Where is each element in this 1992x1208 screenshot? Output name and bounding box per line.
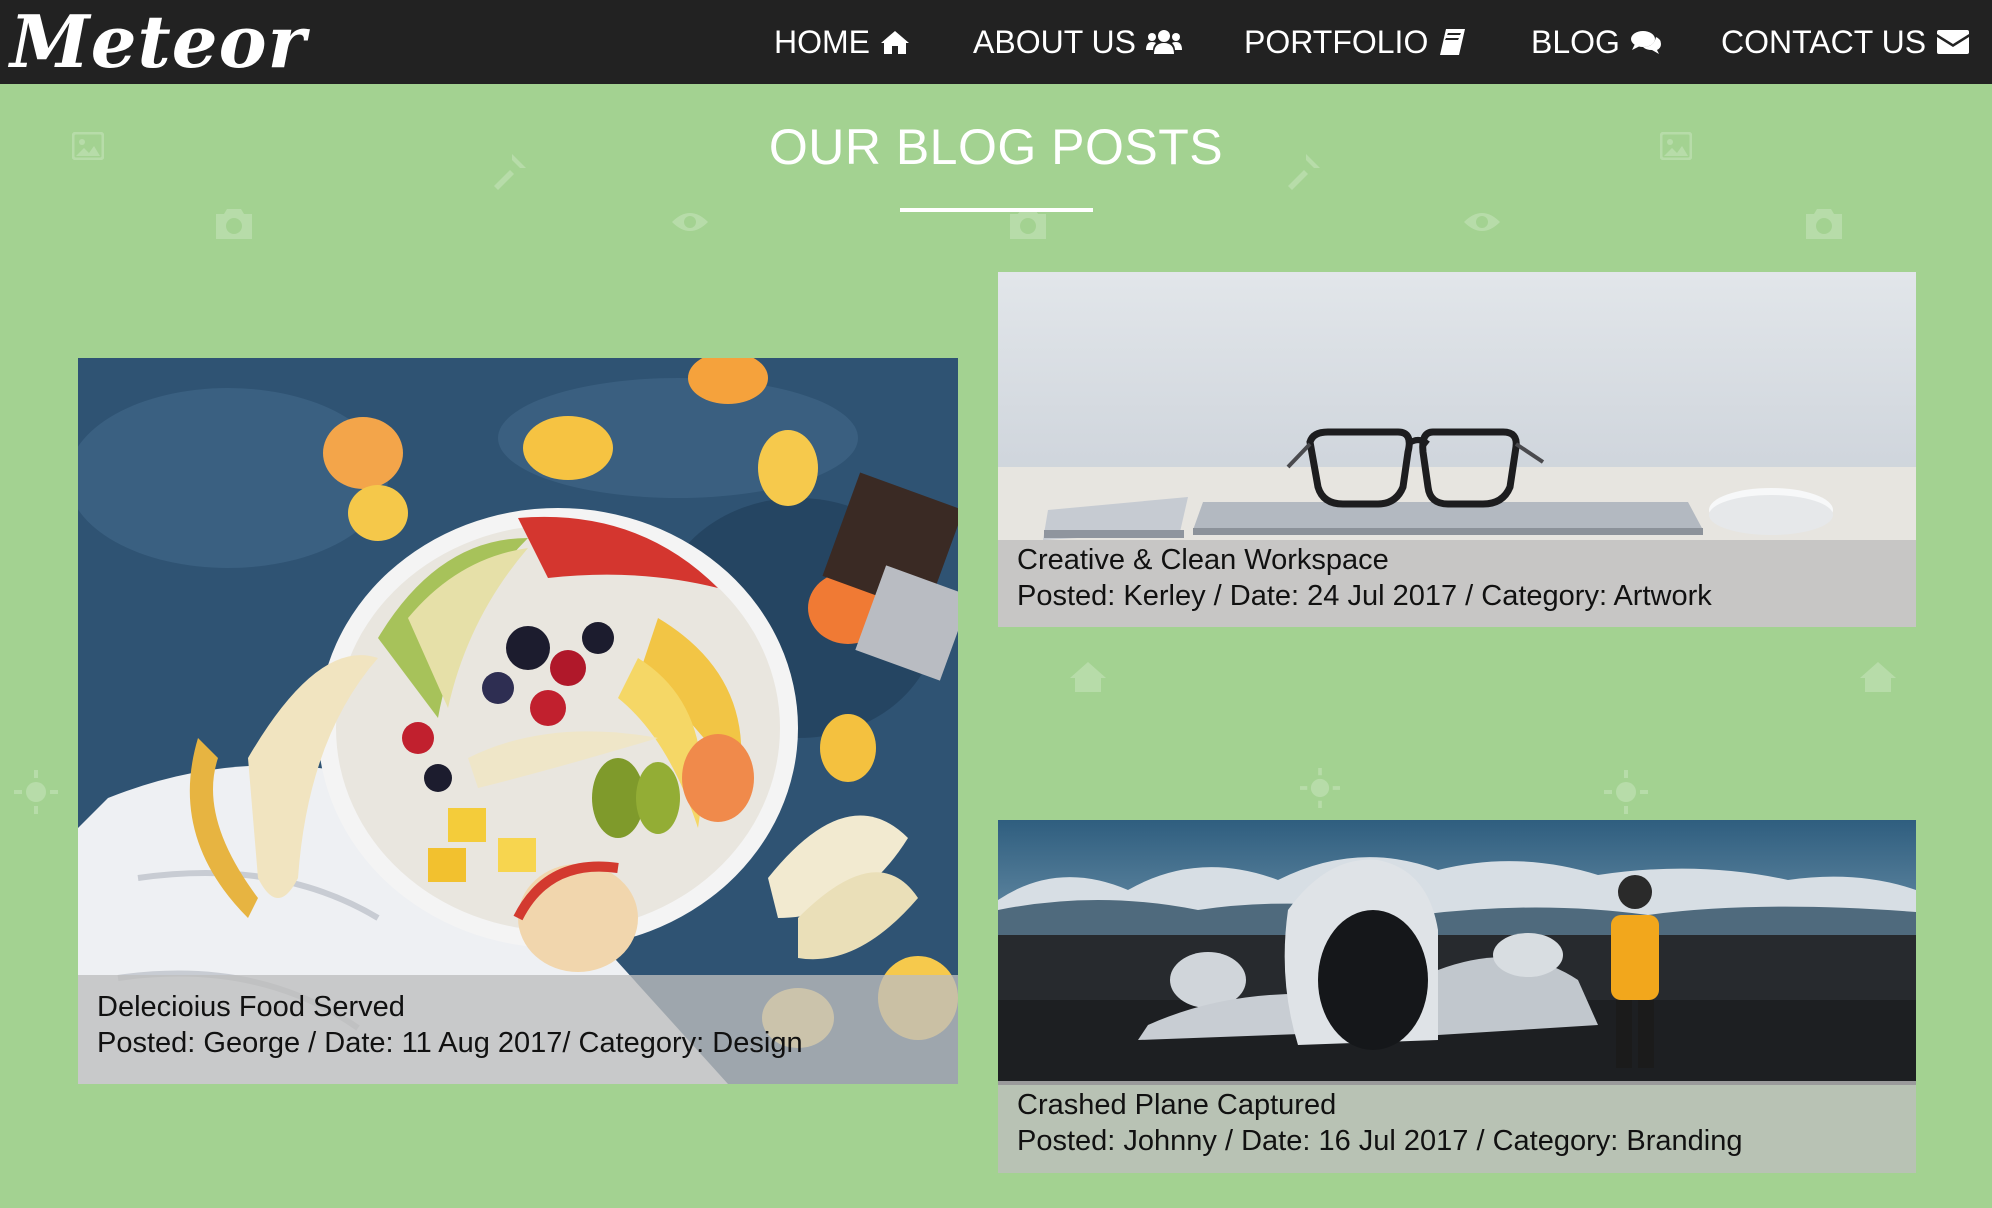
nav-item-blog[interactable]: BLOG <box>1531 0 1662 84</box>
blog-card-plane[interactable]: Crashed Plane Captured Posted: Johnny / … <box>998 820 1916 1173</box>
blog-card-food[interactable]: Delecioius Food Served Posted: George / … <box>78 358 958 1084</box>
blog-card-workspace[interactable]: Creative & Clean Workspace Posted: Kerle… <box>998 272 1916 627</box>
post-title[interactable]: Crashed Plane Captured <box>1017 1087 1897 1123</box>
bg-camera-icon <box>1802 206 1846 242</box>
envelope-icon <box>1936 29 1970 55</box>
users-icon <box>1146 28 1182 56</box>
nav-label-blog: BLOG <box>1531 23 1620 60</box>
nav-item-about[interactable]: ABOUT US <box>973 0 1182 84</box>
bg-sun-icon <box>1300 768 1340 808</box>
post-caption: Delecioius Food Served Posted: George / … <box>78 975 958 1084</box>
nav-item-portfolio[interactable]: PORTFOLIO <box>1244 0 1466 84</box>
post-title[interactable]: Creative & Clean Workspace <box>1017 542 1897 578</box>
post-meta: Posted: George / Date: 11 Aug 2017/ Cate… <box>97 1027 803 1059</box>
post-caption: Creative & Clean Workspace Posted: Kerle… <box>998 540 1916 627</box>
section-title: OUR BLOG POSTS <box>768 119 1224 175</box>
navbar: Meteor HOME ABOUT US PORTFOLIO BLOG CONT… <box>0 0 1992 84</box>
nav-item-home[interactable]: HOME <box>774 0 910 84</box>
bg-home-icon <box>1068 660 1108 694</box>
bg-home-icon <box>1858 660 1898 694</box>
bg-sun-icon <box>14 770 58 814</box>
post-caption: Crashed Plane Captured Posted: Johnny / … <box>998 1081 1916 1173</box>
post-title[interactable]: Delecioius Food Served <box>97 989 939 1025</box>
brand-logo[interactable]: Meteor <box>10 0 307 84</box>
nav-label-portfolio: PORTFOLIO <box>1244 23 1429 60</box>
book-icon <box>1438 28 1466 56</box>
nav-label-home: HOME <box>774 23 870 60</box>
nav-item-contact[interactable]: CONTACT US <box>1721 0 1970 84</box>
post-meta: Posted: Johnny / Date: 16 Jul 2017 / Cat… <box>1017 1125 1743 1157</box>
nav-label-contact: CONTACT US <box>1721 23 1927 60</box>
bg-eye-icon <box>670 208 710 236</box>
bg-camera-icon <box>212 206 256 242</box>
nav-label-about: ABOUT US <box>973 23 1136 60</box>
home-icon <box>880 29 910 55</box>
post-meta: Posted: Kerley / Date: 24 Jul 2017 / Cat… <box>1017 580 1712 612</box>
bg-sun-icon <box>1604 770 1648 814</box>
comments-icon <box>1630 29 1662 55</box>
title-underline <box>900 208 1093 212</box>
bg-eye-icon <box>1462 208 1502 236</box>
